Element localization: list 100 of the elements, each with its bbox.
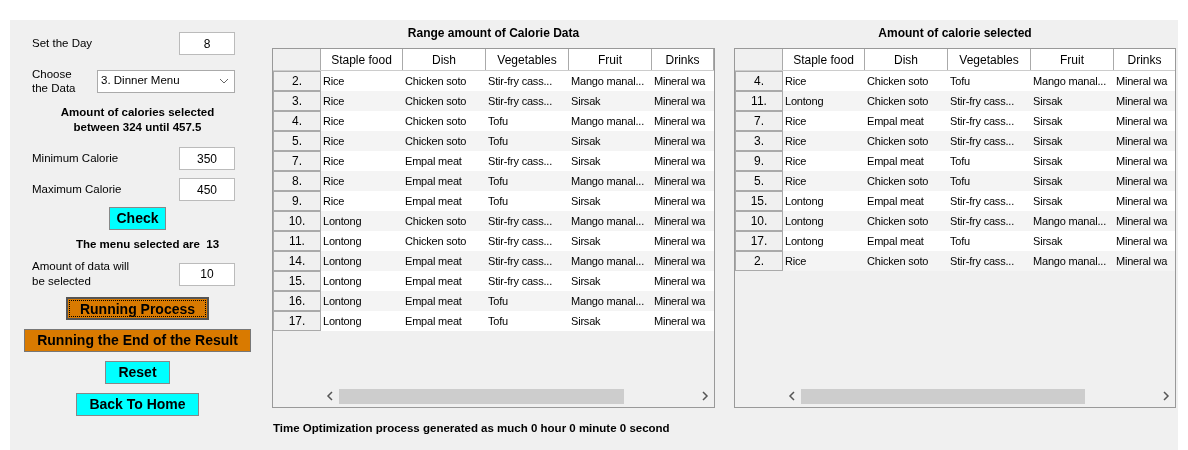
day-field[interactable]: 8 [179, 32, 235, 55]
row-header[interactable]: 10. [273, 211, 321, 231]
scroll-left-icon[interactable] [325, 391, 335, 401]
amount-field[interactable]: 10 [179, 262, 235, 286]
table-cell-text: Mineral wa [653, 233, 707, 249]
table-cell-text: Mango manal... [1032, 73, 1108, 89]
table-cell-text: Stir-fry cass... [949, 213, 1016, 229]
scrollbar-thumb[interactable] [801, 388, 1085, 404]
row-header[interactable]: 2. [735, 251, 783, 271]
column-header[interactable]: Fruit [569, 49, 652, 70]
table-cell-text: Mineral wa [653, 193, 707, 209]
table-cell-text: Stir-fry cass... [487, 153, 554, 169]
column-header[interactable]: Drinks [652, 49, 714, 70]
table-cell-text: Mineral wa [1115, 93, 1169, 109]
table-cell-text: Lontong [322, 273, 363, 289]
table-title: Range amount of Calorie Data [407, 25, 580, 42]
table-cell-text: Sirsak [1032, 233, 1064, 249]
row-header[interactable]: 5. [273, 131, 321, 151]
field-label: Choose the Data [32, 67, 77, 95]
row-header[interactable]: 14. [273, 251, 321, 271]
scroll-right-icon[interactable] [700, 391, 710, 401]
table-cell-text: Mineral wa [1115, 73, 1169, 89]
table-cell-text: Mineral wa [1115, 113, 1169, 129]
scroll-left-icon[interactable] [787, 391, 797, 401]
column-header[interactable]: Vegetables [948, 49, 1031, 70]
table-cell-text: Mineral wa [1115, 253, 1169, 269]
column-header[interactable]: Dish [403, 49, 486, 70]
table-cell-text: Sirsak [1032, 133, 1064, 149]
table-cell-text: Sirsak [570, 193, 602, 209]
row-header[interactable]: 5. [735, 171, 783, 191]
table-cell-text: Rice [322, 193, 346, 209]
check-button[interactable]: Check [109, 207, 166, 230]
row-header[interactable]: 3. [273, 91, 321, 111]
row-header[interactable]: 16. [273, 291, 321, 311]
action-button[interactable]: Back To Home [76, 393, 199, 417]
table-cell-text: Sirsak [1032, 93, 1064, 109]
row-header[interactable]: 15. [735, 191, 783, 211]
row-header[interactable]: 2. [273, 71, 321, 91]
row-header[interactable]: 17. [735, 231, 783, 251]
scrollbar-thumb[interactable] [339, 388, 624, 404]
row-header[interactable]: 9. [735, 151, 783, 171]
table-cell-text: Empal meat [866, 153, 925, 169]
table-cell-text: Stir-fry cass... [487, 233, 554, 249]
table-cell-text: Mineral wa [653, 313, 707, 329]
table-cell-text: Chicken soto [866, 213, 930, 229]
row-header[interactable]: 4. [735, 71, 783, 91]
field-label: Set the Day [32, 36, 94, 51]
table-cell-text: Chicken soto [404, 113, 468, 129]
row-header[interactable]: 8. [273, 171, 321, 191]
table-cell-text: Chicken soto [866, 133, 930, 149]
table-cell-text: Stir-fry cass... [487, 73, 554, 89]
row-header[interactable]: 15. [273, 271, 321, 291]
column-header[interactable]: Staple food [783, 49, 865, 70]
table-cell-text: Tofu [487, 313, 509, 329]
table-cell-text: Stir-fry cass... [949, 93, 1016, 109]
row-header[interactable]: 9. [273, 191, 321, 211]
table-cell-text: Chicken soto [866, 73, 930, 89]
status-text: Time Optimization process generated as much 0 hour 0 minute 0 second [272, 421, 671, 436]
table-cell-text: Empal meat [866, 113, 925, 129]
row-header[interactable]: 11. [273, 231, 321, 251]
column-header[interactable]: Drinks [1114, 49, 1175, 70]
action-button[interactable]: Reset [105, 361, 170, 385]
table-cell-text: Mineral wa [1115, 233, 1169, 249]
row-header[interactable]: 10. [735, 211, 783, 231]
table-cell-text: Mineral wa [1115, 133, 1169, 149]
column-header[interactable]: Vegetables [486, 49, 569, 70]
row-header[interactable]: 3. [735, 131, 783, 151]
table-cell-text: Mineral wa [653, 93, 707, 109]
column-header[interactable]: Dish [865, 49, 948, 70]
min-calorie-field[interactable]: 350 [179, 147, 235, 170]
row-header[interactable]: 4. [273, 111, 321, 131]
column-header[interactable]: Fruit [1031, 49, 1114, 70]
action-button[interactable]: Running Process [65, 297, 210, 321]
scroll-right-icon[interactable] [1161, 391, 1171, 401]
table-cell-text: Rice [784, 253, 808, 269]
table-cell-text: Mineral wa [653, 113, 707, 129]
row-header[interactable]: 17. [273, 311, 321, 331]
table-cell-text: Lontong [784, 193, 825, 209]
table-cell-text: Stir-fry cass... [949, 193, 1016, 209]
chevron-down-icon [219, 78, 229, 84]
row-header[interactable]: 11. [735, 91, 783, 111]
table-cell-text: Tofu [487, 173, 509, 189]
table-cell-text: Mango manal... [570, 173, 646, 189]
table-cell-text: Empal meat [404, 293, 463, 309]
action-button[interactable]: Running the End of the Result [24, 329, 251, 353]
table-cell-text: Rice [322, 113, 346, 129]
table-cell-text: Chicken soto [866, 253, 930, 269]
table-cell-text: Stir-fry cass... [949, 113, 1016, 129]
table-cell-text: Mineral wa [653, 213, 707, 229]
table-cell-text: Mineral wa [1115, 193, 1169, 209]
column-header[interactable]: Staple food [321, 49, 403, 70]
table-cell-text: Stir-fry cass... [487, 93, 554, 109]
data-dropdown[interactable]: 3. Dinner Menu [97, 69, 235, 93]
table-cell-text: Lontong [322, 293, 363, 309]
table-cell-text: Sirsak [570, 313, 602, 329]
max-calorie-field[interactable]: 450 [179, 178, 235, 201]
table-cell-text: Rice [322, 173, 346, 189]
table-cell-text: Empal meat [404, 313, 463, 329]
row-header[interactable]: 7. [735, 111, 783, 131]
row-header[interactable]: 7. [273, 151, 321, 171]
